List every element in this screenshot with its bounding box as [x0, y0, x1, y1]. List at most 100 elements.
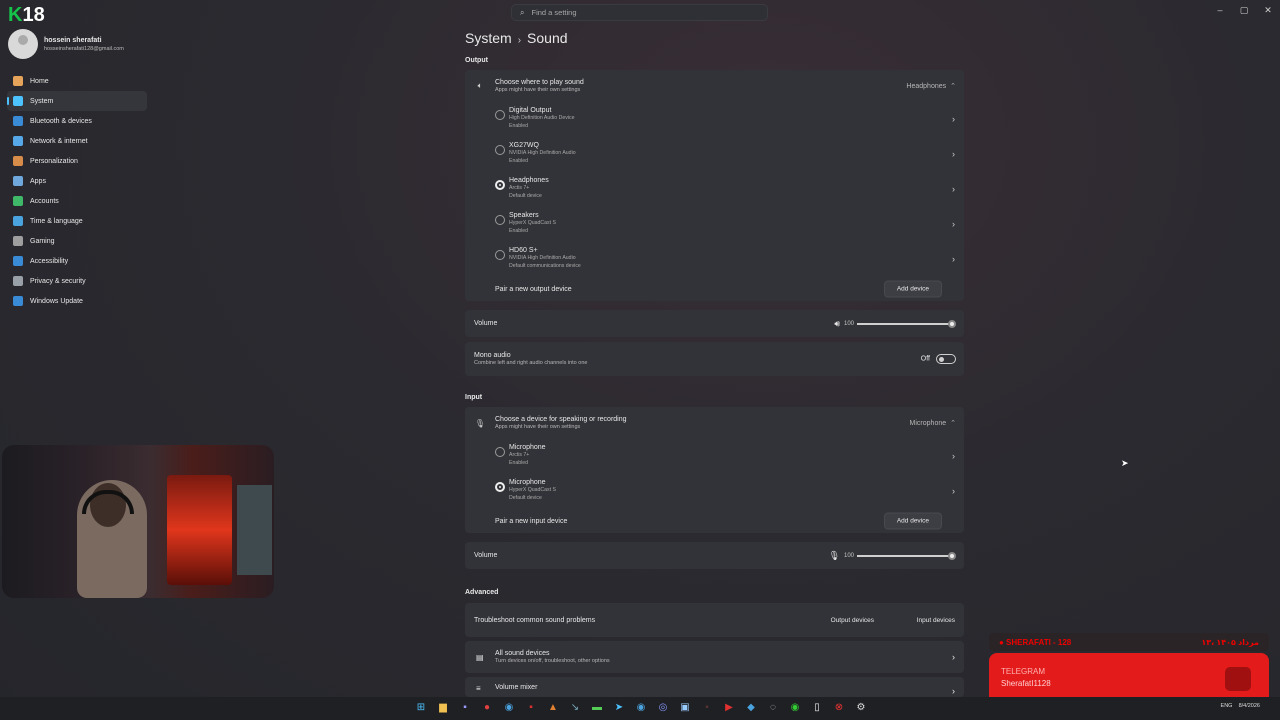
mixer-icon: ≡	[476, 684, 481, 693]
microphone-volume-icon[interactable]: 🎙︎	[829, 550, 840, 561]
chevron-right-icon: ›	[952, 486, 955, 496]
input-volume-slider[interactable]	[857, 551, 956, 560]
logo-letter: K	[8, 4, 23, 26]
app-dark-icon[interactable]: ▪	[699, 701, 715, 715]
app-circle-icon[interactable]: ◉	[633, 701, 649, 715]
app-orange-icon[interactable]: ▲	[545, 701, 561, 715]
input-device-row[interactable]: Microphone HyperX QuadCast S Default devic…	[465, 474, 964, 509]
app-red-icon[interactable]: ▪	[523, 701, 539, 715]
output-device-row[interactable]: Headphones Arctis 7+ Default device ›	[465, 172, 964, 207]
update-icon	[13, 296, 23, 306]
chrome-icon[interactable]: ●	[479, 701, 495, 715]
sidebar-item-privacy-security[interactable]: Privacy & security	[7, 271, 147, 291]
search-box[interactable]: ⌕ Find a setting	[511, 4, 768, 21]
globe-icon	[13, 216, 23, 226]
device-detail: HyperX QuadCast S	[509, 487, 556, 493]
input-device-row[interactable]: Microphone Arctis 7+ Enabled ›	[465, 439, 964, 474]
chevron-right-icon: ›	[952, 114, 955, 124]
pair-input-label: Pair a new input device	[495, 517, 568, 525]
pair-output-label: Pair a new output device	[495, 285, 572, 293]
language-indicator[interactable]: ENG	[1221, 703, 1233, 709]
input-header[interactable]: 🎙︎ Choose a device for speaking or recor…	[465, 407, 964, 439]
radio-button[interactable]	[495, 482, 505, 492]
minimize-button[interactable]: –	[1208, 4, 1232, 16]
app-green-icon[interactable]: ▬	[589, 701, 605, 715]
output-volume-label: Volume	[474, 320, 498, 327]
input-devices-link[interactable]: Input devices	[917, 617, 955, 624]
breadcrumb-parent[interactable]: System	[465, 30, 512, 46]
robot-icon	[1225, 667, 1251, 691]
sidebar-item-gaming[interactable]: Gaming	[7, 231, 147, 251]
chevron-right-icon: ›	[952, 652, 955, 662]
device-list-icon: ▤	[476, 652, 484, 662]
sidebar-item-label: Gaming	[30, 237, 55, 245]
speaker-volume-icon[interactable]: 🔊︎	[834, 318, 840, 329]
app-blue-icon[interactable]: ↘	[567, 701, 583, 715]
input-selected: Microphone	[909, 419, 947, 427]
whatsapp-icon[interactable]: ◉	[787, 701, 803, 715]
radio-button[interactable]	[495, 180, 505, 190]
output-device-row[interactable]: Digital Output High Definition Audio Devi…	[465, 102, 964, 137]
chevron-right-icon: ›	[952, 149, 955, 159]
volume-mixer-row[interactable]: ≡ Volume mixer ›	[465, 677, 964, 697]
sidebar-item-label: Network & internet	[30, 137, 88, 145]
output-device-row[interactable]: XG27WQ NVIDIA High Definition Audio Enable…	[465, 137, 964, 172]
output-device-list: Digital Output High Definition Audio Devi…	[465, 102, 964, 277]
device-detail: HyperX QuadCast S	[509, 220, 556, 226]
sidebar-item-accessibility[interactable]: Accessibility	[7, 251, 147, 271]
output-devices-link[interactable]: Output devices	[831, 617, 874, 624]
vscode-icon[interactable]: ◆	[743, 701, 759, 715]
mono-audio-toggle[interactable]	[936, 354, 956, 364]
add-output-device-button[interactable]: Add device	[883, 280, 942, 298]
app-pink-icon[interactable]: ⊗	[831, 701, 847, 715]
radio-button[interactable]	[495, 250, 505, 260]
close-button[interactable]: ✕	[1256, 4, 1280, 16]
sidebar-item-label: Personalization	[30, 157, 78, 165]
file-explorer-icon[interactable]: ▆	[435, 701, 451, 715]
overlay-date: ۱۳، مرداد ۱۴۰۵	[1201, 637, 1259, 647]
output-device-row[interactable]: Speakers HyperX QuadCast S Enabled ›	[465, 207, 964, 242]
radio-button[interactable]	[495, 447, 505, 457]
chevron-up-icon[interactable]: ⌃	[950, 82, 956, 90]
premiere-icon[interactable]: ▪	[457, 701, 473, 715]
page-title: System › Sound	[465, 30, 568, 46]
chevron-up-icon[interactable]: ⌃	[950, 419, 956, 427]
app-square-icon[interactable]: ▣	[677, 701, 693, 715]
sidebar-item-time-language[interactable]: Time & language	[7, 211, 147, 231]
avatar[interactable]	[8, 29, 38, 59]
output-header[interactable]: 🔈︎ Choose where to play sound Apps might…	[465, 70, 964, 102]
output-device-row[interactable]: HD60 S+ NVIDIA High Definition Audio Defau…	[465, 242, 964, 277]
sidebar-item-windows-update[interactable]: Windows Update	[7, 291, 147, 311]
steam-icon[interactable]: ◌	[765, 701, 781, 715]
sidebar-item-system[interactable]: System	[7, 91, 147, 111]
section-output: Output	[465, 57, 488, 64]
radio-button[interactable]	[495, 145, 505, 155]
section-advanced: Advanced	[465, 589, 499, 596]
sidebar-item-bluetooth-devices[interactable]: Bluetooth & devices	[7, 111, 147, 131]
sidebar-item-label: System	[30, 97, 54, 105]
document-icon[interactable]: ▯	[809, 701, 825, 715]
input-device-list: Microphone Arctis 7+ Enabled › Microphone Hyp…	[465, 439, 964, 509]
discord-icon[interactable]: ◎	[655, 701, 671, 715]
radio-button[interactable]	[495, 110, 505, 120]
app-icon[interactable]: ◉	[501, 701, 517, 715]
input-volume-row: Volume 🎙︎ 100	[465, 542, 964, 569]
sidebar-item-personalization[interactable]: Personalization	[7, 151, 147, 171]
add-input-device-button[interactable]: Add device	[883, 512, 942, 530]
settings-icon[interactable]: ⚙	[853, 701, 869, 715]
device-name: XG27WQ	[509, 142, 539, 149]
sidebar-item-apps[interactable]: Apps	[7, 171, 147, 191]
sidebar-item-network-internet[interactable]: Network & internet	[7, 131, 147, 151]
telegram-icon[interactable]: ➤	[611, 701, 627, 715]
youtube-icon[interactable]: ▶	[721, 701, 737, 715]
all-sound-devices-row[interactable]: ▤ All sound devices Turn devices on/off,…	[465, 641, 964, 673]
output-volume-slider[interactable]	[857, 319, 956, 328]
sidebar-item-accounts[interactable]: Accounts	[7, 191, 147, 211]
device-detail: Arctis 7+	[509, 185, 530, 191]
maximize-button[interactable]: ▢	[1232, 4, 1256, 16]
start-icon[interactable]: ⊞	[413, 701, 429, 715]
radio-button[interactable]	[495, 215, 505, 225]
device-status: Enabled	[509, 228, 529, 234]
sidebar-item-home[interactable]: Home	[7, 71, 147, 91]
clock-date[interactable]: 8/4/2026	[1239, 703, 1260, 709]
